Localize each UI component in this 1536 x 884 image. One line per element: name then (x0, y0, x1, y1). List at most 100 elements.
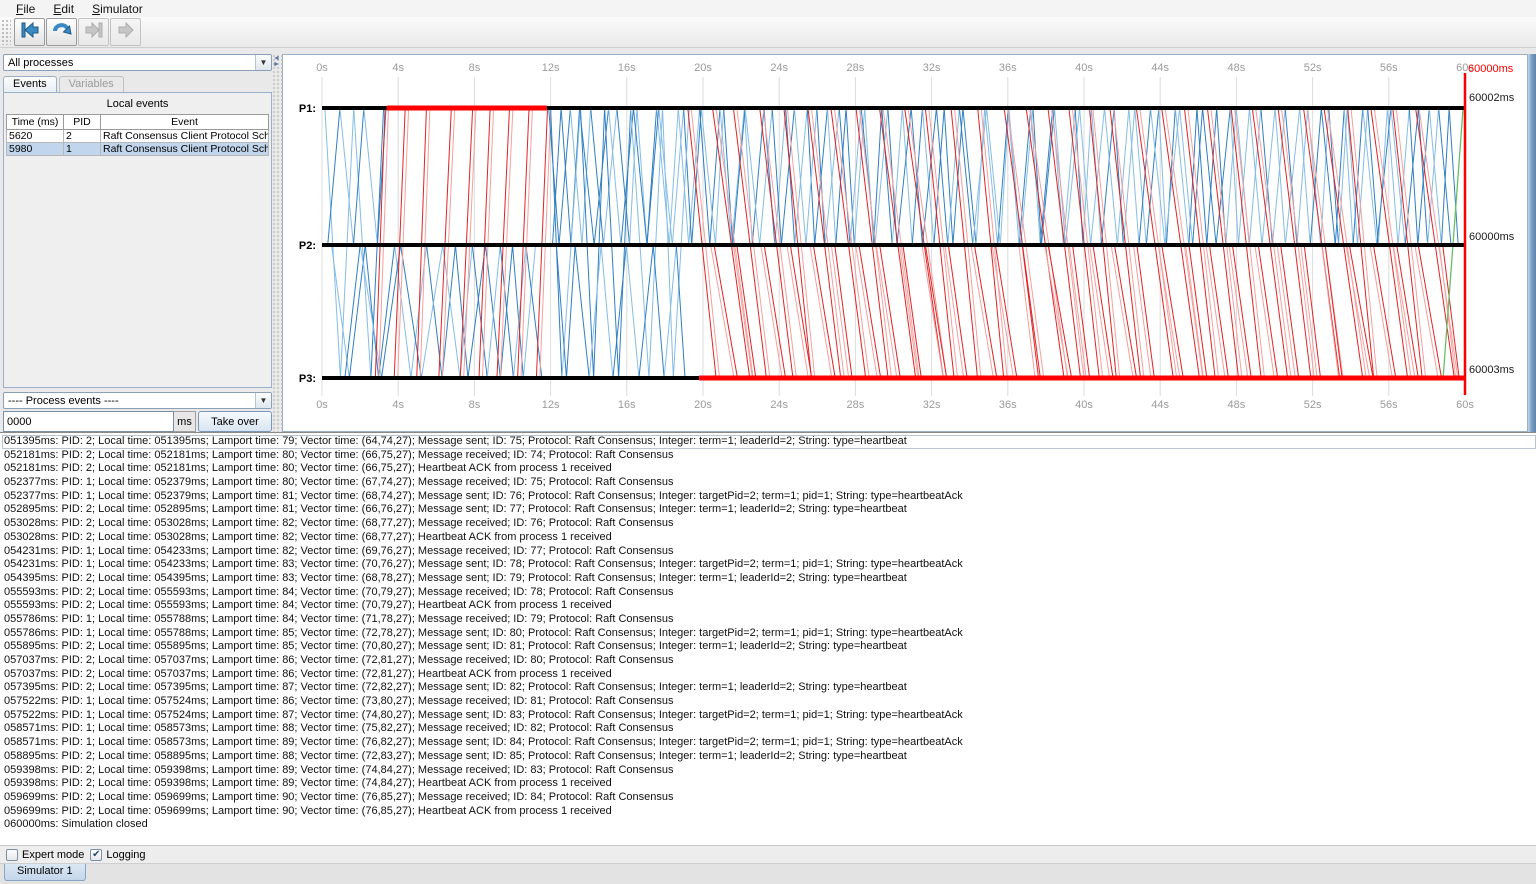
log-line[interactable]: 055786ms: PID: 1; Local time: 055788ms; … (2, 627, 1536, 641)
divider-collapse-icons[interactable]: ◄► (273, 56, 280, 68)
svg-text:32s: 32s (923, 399, 941, 411)
svg-text:20s: 20s (694, 62, 712, 74)
event-cell: Raft Consensus Client Protocol Schedule (101, 130, 269, 143)
expert-mode-checkbox[interactable]: Expert mode (6, 849, 84, 861)
svg-text:28s: 28s (847, 62, 865, 74)
local-events-panel: Local events Time (ms)PIDEvent 56202Raft… (3, 92, 272, 388)
log-line[interactable]: 054231ms: PID: 1; Local time: 054233ms; … (2, 558, 1536, 572)
sidebar-bottom: ---- Process events ---- ▼ ms Take over (3, 392, 272, 432)
svg-text:44s: 44s (1151, 399, 1169, 411)
log-line[interactable]: 052377ms: PID: 1; Local time: 052379ms; … (2, 476, 1536, 490)
svg-text:24s: 24s (770, 62, 788, 74)
split-pane-divider[interactable]: ◄► (272, 54, 282, 432)
logging-checkbox[interactable]: ✔ Logging (90, 849, 145, 861)
local-events-table: Time (ms)PIDEvent 56202Raft Consensus Cl… (6, 114, 269, 156)
log-line[interactable]: 060000ms: Simulation closed (2, 818, 1536, 832)
svg-text:40s: 40s (1075, 399, 1093, 411)
event-table-row[interactable]: 56202Raft Consensus Client Protocol Sche… (7, 130, 269, 143)
step-forward-button[interactable] (110, 18, 141, 46)
svg-text:40s: 40s (1075, 62, 1093, 74)
log-line[interactable]: 058895ms: PID: 2; Local time: 058895ms; … (2, 750, 1536, 764)
log-line[interactable]: 054395ms: PID: 2; Local time: 054395ms; … (2, 572, 1536, 586)
log-line[interactable]: 052181ms: PID: 2; Local time: 052181ms; … (2, 449, 1536, 463)
log-line[interactable]: 053028ms: PID: 2; Local time: 053028ms; … (2, 531, 1536, 545)
menu-file[interactable]: File (8, 1, 43, 17)
log-line[interactable]: 055895ms: PID: 2; Local time: 055895ms; … (2, 640, 1536, 654)
toolbar (0, 17, 1536, 48)
column-header: Event (101, 115, 269, 130)
svg-text:0s: 0s (316, 399, 328, 411)
log-line[interactable]: 055593ms: PID: 2; Local time: 055593ms; … (2, 599, 1536, 613)
bottom-tab-bar: Simulator 1 (0, 863, 1536, 884)
time-input[interactable] (3, 411, 174, 432)
menu-bar: FileEditSimulator (0, 0, 1536, 17)
log-line[interactable]: 054231ms: PID: 1; Local time: 054233ms; … (2, 545, 1536, 559)
svg-text:20s: 20s (694, 399, 712, 411)
svg-text:56s: 56s (1380, 399, 1398, 411)
curved-step-icon (52, 21, 72, 44)
svg-text:8s: 8s (469, 62, 481, 74)
menu-edit[interactable]: Edit (45, 1, 82, 17)
svg-text:P2:: P2: (299, 240, 316, 252)
svg-text:12s: 12s (542, 62, 560, 74)
chevron-down-icon: ▼ (255, 393, 271, 408)
process-events-combobox[interactable]: ---- Process events ---- ▼ (3, 392, 272, 409)
take-over-button[interactable]: Take over (198, 411, 272, 432)
log-line[interactable]: 057395ms: PID: 2; Local time: 057395ms; … (2, 681, 1536, 695)
skip-to-start-button[interactable] (14, 18, 45, 46)
skip-to-end-button[interactable] (78, 18, 109, 46)
log-line[interactable]: 052377ms: PID: 1; Local time: 052379ms; … (2, 490, 1536, 504)
tab-variables[interactable]: Variables (59, 76, 124, 92)
log-line[interactable]: 057522ms: PID: 1; Local time: 057524ms; … (2, 695, 1536, 709)
sidebar: All processes ▼ Events Variables Local e… (0, 54, 272, 432)
toolbar-drag-handle[interactable] (1, 19, 11, 45)
menu-simulator[interactable]: Simulator (84, 1, 151, 17)
svg-text:12s: 12s (542, 399, 560, 411)
checkbox-icon: ✔ (90, 849, 102, 861)
footer-bar: Expert mode ✔ Logging (0, 845, 1536, 863)
svg-text:32s: 32s (923, 62, 941, 74)
tab-events[interactable]: Events (3, 76, 57, 92)
event-table-row[interactable]: 59801Raft Consensus Client Protocol Sche… (7, 143, 269, 156)
svg-text:4s: 4s (392, 399, 404, 411)
svg-text:60000ms: 60000ms (1468, 63, 1514, 75)
svg-text:16s: 16s (618, 62, 636, 74)
log-line[interactable]: 059398ms: PID: 2; Local time: 059398ms; … (2, 764, 1536, 778)
tab-simulator-1[interactable]: Simulator 1 (4, 864, 86, 881)
logging-label: Logging (106, 849, 145, 861)
log-line[interactable]: 057522ms: PID: 1; Local time: 057524ms; … (2, 709, 1536, 723)
svg-text:36s: 36s (999, 399, 1017, 411)
checkbox-icon (6, 849, 18, 861)
skip-to-start-icon (20, 21, 40, 44)
svg-text:P1:: P1: (299, 103, 316, 115)
log-line[interactable]: 052895ms: PID: 2; Local time: 052895ms; … (2, 503, 1536, 517)
log-line[interactable]: 057037ms: PID: 2; Local time: 057037ms; … (2, 668, 1536, 682)
log-line[interactable]: 058571ms: PID: 1; Local time: 058573ms; … (2, 722, 1536, 736)
process-filter-combobox[interactable]: All processes ▼ (3, 54, 272, 71)
log-line[interactable]: 057037ms: PID: 2; Local time: 057037ms; … (2, 654, 1536, 668)
log-line[interactable]: 052181ms: PID: 2; Local time: 052181ms; … (2, 462, 1536, 476)
local-events-title: Local events (4, 93, 271, 114)
event-cell: 2 (64, 130, 101, 143)
log-line[interactable]: 053028ms: PID: 2; Local time: 053028ms; … (2, 517, 1536, 531)
process-events-value: ---- Process events ---- (4, 395, 255, 407)
process-filter-value: All processes (4, 57, 255, 69)
svg-text:0s: 0s (316, 62, 328, 74)
log-line[interactable]: 055593ms: PID: 2; Local time: 055593ms; … (2, 586, 1536, 600)
log-line[interactable]: 059398ms: PID: 2; Local time: 059398ms; … (2, 777, 1536, 791)
chart-scrollbar-strip[interactable] (1528, 54, 1536, 432)
skip-to-end-icon (84, 21, 104, 44)
step-back-button[interactable] (46, 18, 77, 46)
log-line[interactable]: 058571ms: PID: 1; Local time: 058573ms; … (2, 736, 1536, 750)
log-line[interactable]: 055786ms: PID: 1; Local time: 055788ms; … (2, 613, 1536, 627)
svg-text:28s: 28s (847, 399, 865, 411)
log-line[interactable]: 059699ms: PID: 2; Local time: 059699ms; … (2, 791, 1536, 805)
arrow-right-icon (116, 21, 136, 44)
timeline-canvas: 0s0s4s4s8s8s12s12s16s16s20s20s24s24s28s2… (283, 55, 1527, 431)
svg-text:60s: 60s (1456, 399, 1474, 411)
log-line[interactable]: 059699ms: PID: 2; Local time: 059699ms; … (2, 805, 1536, 819)
log-line[interactable]: 051395ms: PID: 2; Local time: 051395ms; … (2, 435, 1536, 449)
event-cell: 1 (64, 143, 101, 156)
svg-text:8s: 8s (469, 399, 481, 411)
svg-text:52s: 52s (1304, 62, 1322, 74)
